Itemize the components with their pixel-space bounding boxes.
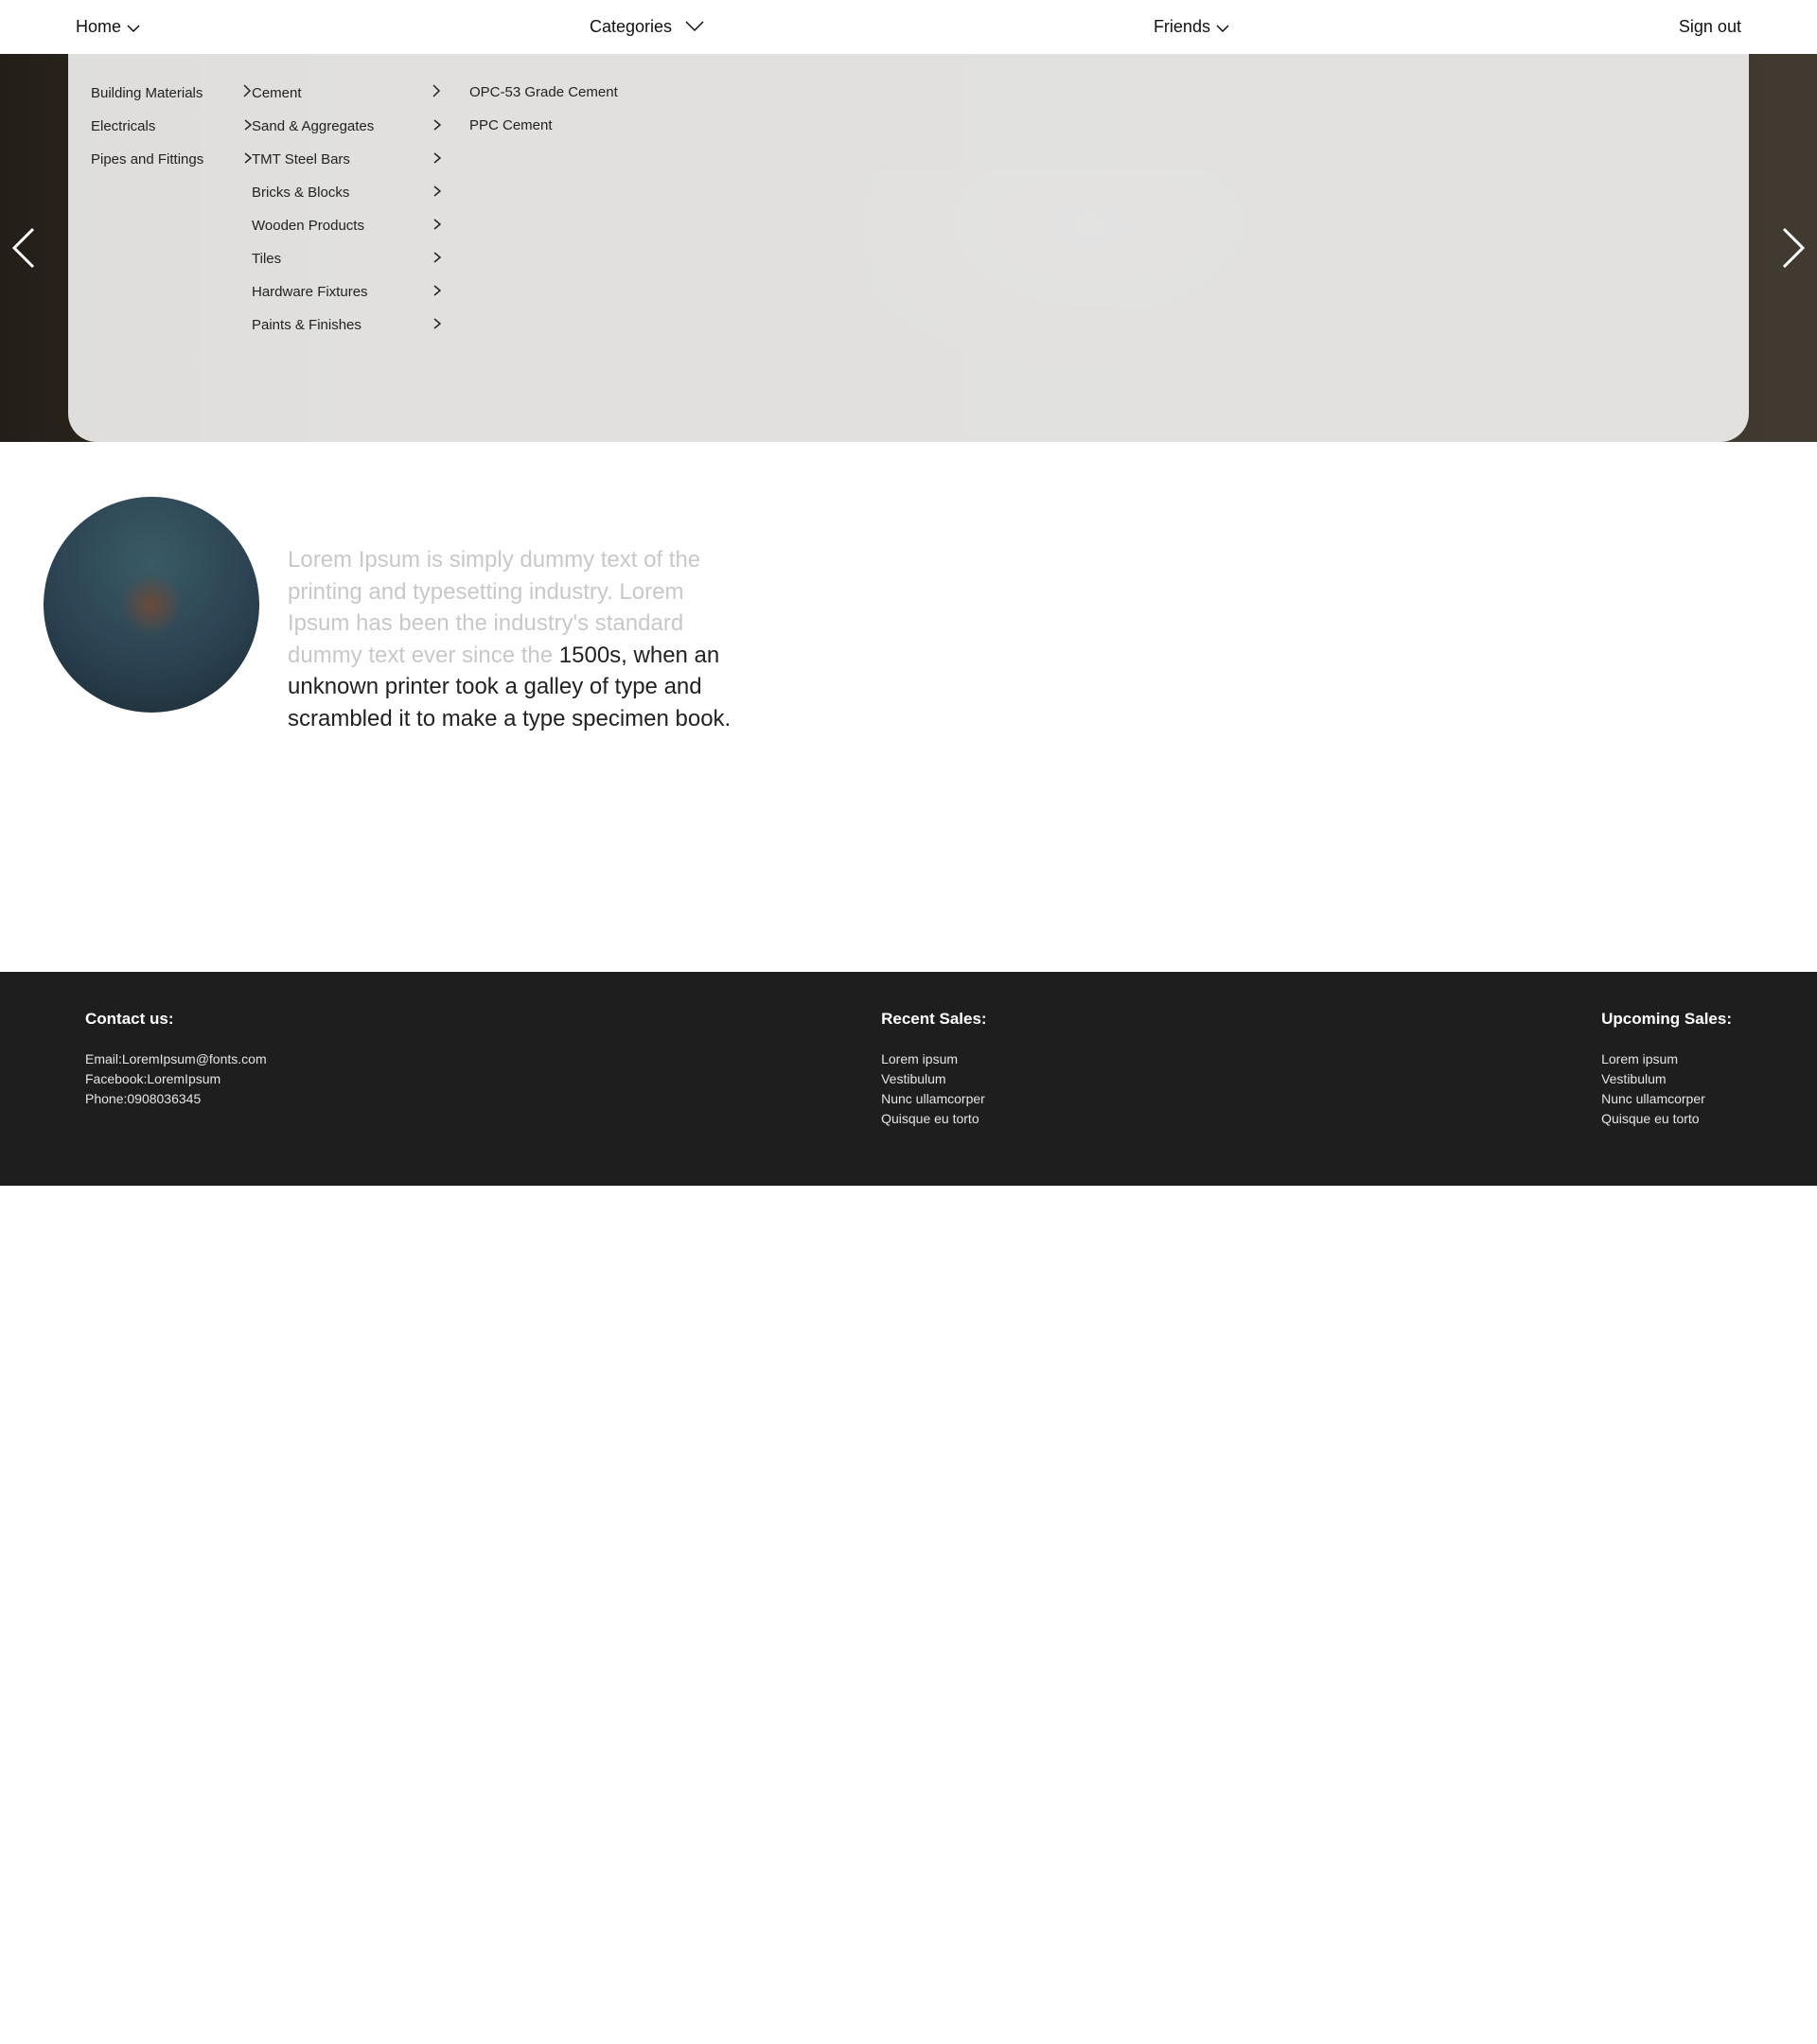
menu-label: Bricks & Blocks [252, 185, 349, 201]
footer-upcoming-item[interactable]: Quisque eu torto [1601, 1109, 1732, 1129]
menu-column-2: Cement Sand & Aggregates TMT Steel Bars … [252, 82, 441, 414]
chevron-right-icon [433, 218, 441, 234]
menu-item-sand-aggregates[interactable]: Sand & Aggregates [252, 116, 441, 136]
chevron-right-icon [433, 151, 441, 167]
footer-recent-item[interactable]: Quisque eu torto [881, 1109, 987, 1129]
footer-recent-sales: Recent Sales: Lorem ipsum Vestibulum Nun… [881, 1010, 987, 1129]
chevron-down-icon [1216, 17, 1229, 37]
menu-label: Electricals [91, 118, 155, 134]
chevron-right-icon [433, 284, 441, 300]
chevron-right-icon [433, 185, 441, 201]
footer-contact-facebook: Facebook:LoremIpsum [85, 1069, 267, 1089]
nav-home[interactable]: Home [76, 17, 140, 37]
footer-recent-item[interactable]: Nunc ullamcorper [881, 1089, 987, 1109]
testimonial-section: Lorem Ipsum is simply dummy text of the … [0, 442, 1817, 972]
footer-contact-title: Contact us: [85, 1010, 267, 1029]
menu-item-pipes-fittings[interactable]: Pipes and Fittings [91, 150, 252, 169]
page-footer: Contact us: Email:LoremIpsum@fonts.com F… [0, 972, 1817, 1186]
chevron-right-icon [433, 251, 441, 267]
carousel-next-button[interactable] [1781, 225, 1808, 271]
menu-label: PPC Cement [469, 117, 553, 133]
footer-contact-email: Email:LoremIpsum@fonts.com [85, 1049, 267, 1069]
menu-label: Paints & Finishes [252, 317, 362, 333]
menu-item-tmt-steel[interactable]: TMT Steel Bars [252, 150, 441, 169]
footer-upcoming-sales: Upcoming Sales: Lorem ipsum Vestibulum N… [1601, 1010, 1732, 1129]
menu-label: Hardware Fixtures [252, 284, 368, 300]
menu-item-hardware-fixtures[interactable]: Hardware Fixtures [252, 282, 441, 302]
chevron-right-icon [242, 84, 252, 101]
menu-label: Cement [252, 85, 302, 101]
top-nav: Home Categories Friends Sign out [0, 0, 1817, 54]
categories-mega-menu: Building Materials Electricals Pipes and… [68, 54, 1749, 442]
chevron-right-icon [244, 118, 252, 134]
chevron-right-icon [433, 118, 441, 134]
menu-label: Wooden Products [252, 218, 364, 234]
menu-column-1: Building Materials Electricals Pipes and… [91, 82, 252, 414]
footer-recent-title: Recent Sales: [881, 1010, 987, 1029]
chevron-right-icon [433, 317, 441, 333]
menu-label: Building Materials [91, 85, 203, 101]
menu-item-opc53-cement[interactable]: OPC-53 Grade Cement [469, 82, 618, 102]
menu-item-cement[interactable]: Cement [252, 82, 441, 103]
menu-item-wooden-products[interactable]: Wooden Products [252, 216, 441, 236]
nav-signout-label: Sign out [1679, 17, 1741, 37]
menu-item-bricks-blocks[interactable]: Bricks & Blocks [252, 183, 441, 203]
menu-item-tiles[interactable]: Tiles [252, 249, 441, 269]
hero-carousel: Building Materials Electricals Pipes and… [0, 54, 1817, 442]
menu-label: Tiles [252, 251, 281, 267]
menu-item-electricals[interactable]: Electricals [91, 116, 252, 136]
menu-label: OPC-53 Grade Cement [469, 84, 618, 100]
nav-categories[interactable]: Categories [590, 17, 704, 37]
avatar-face [119, 573, 184, 637]
footer-contact: Contact us: Email:LoremIpsum@fonts.com F… [85, 1010, 267, 1129]
chevron-right-icon [244, 151, 252, 167]
footer-recent-item[interactable]: Vestibulum [881, 1069, 987, 1089]
carousel-prev-button[interactable] [9, 225, 36, 271]
nav-categories-label: Categories [590, 17, 672, 37]
chevron-right-icon [432, 84, 441, 101]
chevron-down-icon [685, 17, 704, 37]
menu-label: Sand & Aggregates [252, 118, 374, 134]
footer-recent-item[interactable]: Lorem ipsum [881, 1049, 987, 1069]
footer-upcoming-item[interactable]: Nunc ullamcorper [1601, 1089, 1732, 1109]
menu-label: Pipes and Fittings [91, 151, 203, 167]
menu-item-building-materials[interactable]: Building Materials [91, 82, 252, 103]
chevron-down-icon [127, 17, 140, 37]
nav-home-label: Home [76, 17, 121, 37]
menu-label: TMT Steel Bars [252, 151, 350, 167]
footer-upcoming-item[interactable]: Lorem ipsum [1601, 1049, 1732, 1069]
footer-upcoming-item[interactable]: Vestibulum [1601, 1069, 1732, 1089]
menu-item-paints-finishes[interactable]: Paints & Finishes [252, 315, 441, 335]
footer-upcoming-title: Upcoming Sales: [1601, 1010, 1732, 1029]
menu-item-ppc-cement[interactable]: PPC Cement [469, 115, 618, 135]
footer-contact-phone: Phone:0908036345 [85, 1089, 267, 1109]
nav-friends-label: Friends [1154, 17, 1210, 37]
testimonial-avatar [44, 497, 259, 713]
nav-signout[interactable]: Sign out [1679, 17, 1741, 37]
menu-column-3: OPC-53 Grade Cement PPC Cement [469, 82, 618, 414]
testimonial-text: Lorem Ipsum is simply dummy text of the … [288, 497, 742, 735]
nav-friends[interactable]: Friends [1154, 17, 1229, 37]
